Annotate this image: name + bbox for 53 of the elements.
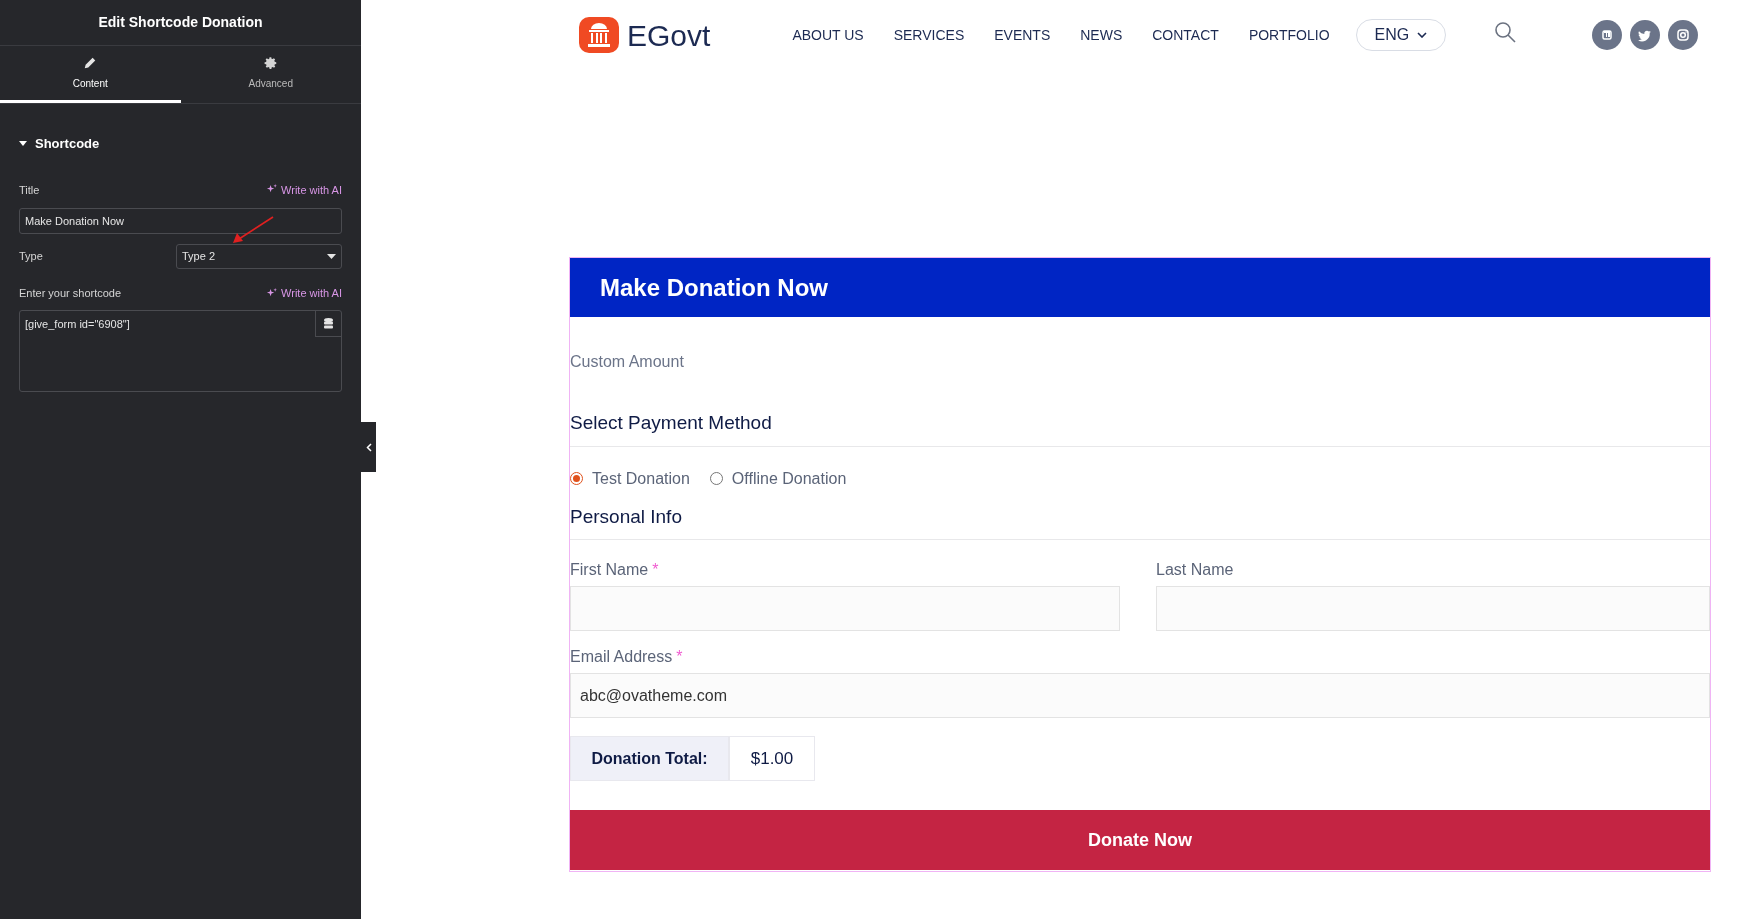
donation-total-label: Donation Total: bbox=[570, 736, 729, 781]
site-logo-text: EGovt bbox=[627, 17, 711, 54]
shortcode-textarea[interactable]: [give_form id="6908"] bbox=[19, 309, 342, 392]
settings-icon bbox=[263, 55, 278, 70]
text-input[interactable] bbox=[570, 586, 1120, 631]
nav-link[interactable]: NEWS bbox=[1080, 24, 1123, 46]
field-label: First Name bbox=[570, 560, 649, 580]
collapse-panel-handle[interactable] bbox=[361, 422, 376, 472]
dynamic-tags-button[interactable] bbox=[315, 310, 341, 337]
panel-tab[interactable]: Content bbox=[0, 46, 181, 103]
section-heading: Select Payment Method bbox=[570, 409, 1710, 447]
social-link[interactable] bbox=[1630, 20, 1661, 50]
nav-link[interactable]: PORTFOLIO bbox=[1248, 24, 1330, 46]
capitol-logo-icon bbox=[579, 17, 619, 53]
annotation-arrow bbox=[231, 216, 275, 244]
panel-title: Edit Shortcode Donation bbox=[0, 0, 361, 46]
type-select[interactable]: Type 2 bbox=[176, 244, 342, 269]
search-button[interactable] bbox=[1494, 21, 1517, 43]
title-input[interactable]: Make Donation Now bbox=[19, 208, 342, 234]
field-label: Type bbox=[19, 249, 43, 265]
nav-link[interactable]: SERVICES bbox=[893, 24, 965, 46]
search-icon bbox=[1494, 21, 1517, 43]
nav-link[interactable]: ABOUT US bbox=[792, 24, 864, 46]
sparkle-icon bbox=[266, 287, 278, 299]
field-label: Enter your shortcode bbox=[19, 286, 122, 301]
nav-link[interactable]: CONTACT bbox=[1152, 24, 1219, 46]
write-with-ai-link[interactable]: Write with AI bbox=[266, 181, 342, 198]
pencil-icon bbox=[83, 55, 98, 70]
field-label: Last Name bbox=[1156, 560, 1234, 580]
write-with-ai-link[interactable]: Write with AI bbox=[266, 285, 342, 302]
field-label: Title bbox=[19, 182, 40, 198]
text-input[interactable] bbox=[1156, 586, 1710, 631]
text-input[interactable]: abc@ovatheme.com bbox=[570, 673, 1710, 718]
social-link[interactable] bbox=[1592, 20, 1623, 50]
database-icon bbox=[324, 317, 333, 329]
social-link[interactable] bbox=[1668, 20, 1699, 50]
nav-link[interactable]: EVENTS bbox=[994, 24, 1051, 46]
section-toggle[interactable]: Shortcode bbox=[19, 134, 100, 154]
section-heading: Personal Info bbox=[570, 502, 1710, 540]
panel-tab[interactable]: Advanced bbox=[180, 46, 361, 103]
custom-amount-label: Custom Amount bbox=[570, 352, 685, 372]
form-title: Make Donation Now bbox=[570, 258, 1710, 317]
payment-option[interactable]: Offline Donation bbox=[709, 466, 847, 491]
donation-total-value: $1.00 bbox=[729, 736, 815, 781]
caret-icon bbox=[19, 140, 27, 147]
chevron-left-icon bbox=[365, 442, 372, 452]
chevron-down-icon bbox=[1417, 32, 1428, 38]
caret-icon bbox=[327, 254, 336, 259]
payment-option[interactable]: Test Donation bbox=[570, 466, 690, 491]
required-asterisk: * bbox=[652, 560, 659, 580]
field-label: Email Address bbox=[570, 647, 673, 667]
required-asterisk: * bbox=[676, 647, 683, 667]
donate-now-button[interactable]: Donate Now bbox=[570, 810, 1710, 870]
